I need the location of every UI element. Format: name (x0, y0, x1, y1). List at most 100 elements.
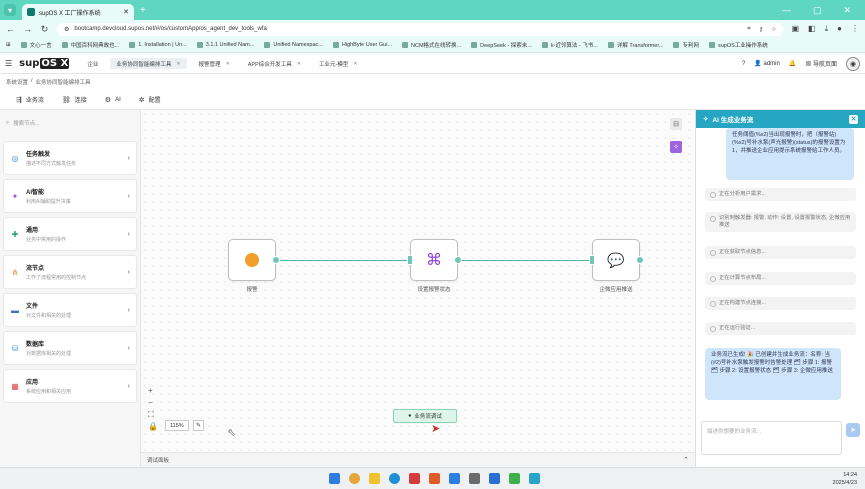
zoom-in-icon[interactable]: + (148, 386, 153, 395)
node-category-flow[interactable]: ⋔ 流节点 工作了流程常用的控制节点 › (3, 255, 137, 289)
profile-icon[interactable]: ● (837, 24, 842, 34)
minimize-icon[interactable]: — (782, 5, 791, 16)
tab-close-icon[interactable]: ✕ (226, 61, 230, 67)
app-tab-active[interactable]: 业务协同智能编排工具 ✕ (110, 58, 187, 69)
output-port[interactable] (454, 256, 462, 264)
maximize-icon[interactable]: ▢ (813, 5, 822, 16)
node-category-trigger[interactable]: ◎ 任务触发 描述不同方式触发任务 › (3, 141, 137, 175)
url-bar[interactable]: ⚙ bootcamp.devcloud.supos.net/#/os/custo… (57, 22, 784, 36)
apps-grid-icon[interactable]: ⊞ (6, 42, 11, 48)
app-icon[interactable] (469, 473, 480, 484)
vscode-icon[interactable] (489, 473, 500, 484)
input-port[interactable] (589, 255, 595, 265)
system-clock[interactable]: 14:24 2025/4/23 (833, 471, 857, 487)
back-icon[interactable]: ← (6, 24, 15, 34)
help-icon[interactable]: ? (742, 61, 745, 67)
chevron-up-icon[interactable]: ⌃ (683, 456, 689, 464)
flow-canvas[interactable]: ⊟ ✧ 报警 ⌘ 设置报警状态 💬 企微应用推送 + − ⛶ 🔒 115% ✎ … (141, 110, 695, 452)
download-icon[interactable]: ⤓ (825, 24, 829, 34)
flow-node-set-status[interactable]: ⌘ (410, 239, 458, 281)
bookmark-item[interactable]: HighByte User Gui... (332, 42, 392, 48)
app-tab[interactable]: 企业 (81, 58, 104, 69)
app-tab[interactable]: APP综合开发工具 ✕ (242, 58, 307, 69)
bookmark-item[interactable]: NCM格式在线转换... (402, 41, 461, 49)
bookmark-item[interactable]: k-近邻算法 - 飞书... (541, 41, 598, 49)
reload-icon[interactable]: ↻ (40, 24, 49, 35)
tab-close-icon[interactable]: ✕ (297, 61, 301, 67)
node-category-database[interactable]: ⛁ 数据库 对数据库相关的处理 › (3, 331, 137, 365)
avatar[interactable]: ◉ (846, 56, 860, 71)
bookmark-item[interactable]: 专利网 (673, 41, 699, 49)
bookmark-item[interactable]: 中国百科网典故也... (61, 41, 119, 49)
node-category-file[interactable]: ▬ 文件 对文件和相关的处理 › (3, 293, 137, 327)
breadcrumb: 系统设置 / 业务协同智能编排工具 (6, 78, 91, 86)
bookmark-item[interactable]: 文心一言 (20, 41, 52, 49)
bookmark-item[interactable]: 3.1.1 Unified Nam... (196, 42, 254, 48)
toolbar-ai-button[interactable]: ⚙ AI (105, 96, 121, 104)
clock-date: 2025/4/23 (832, 480, 857, 486)
tab-close-icon[interactable]: ✕ (123, 8, 129, 16)
input-port[interactable] (407, 255, 413, 265)
app-tab[interactable]: 工业元-模型 ✕ (313, 58, 364, 69)
bookmark-icon (673, 42, 680, 48)
breadcrumb-item[interactable]: 系统设置 (6, 78, 28, 86)
output-port[interactable] (636, 256, 644, 264)
tab-close-icon[interactable]: ✕ (176, 61, 180, 67)
toolbar-config-button[interactable]: ✲ 配置 (139, 95, 161, 105)
edit-icon[interactable]: ✎ (193, 420, 204, 431)
flow-node-alarm[interactable] (228, 239, 276, 281)
puzzle-icon[interactable]: ◧ (808, 24, 816, 34)
file-explorer-icon[interactable] (369, 473, 380, 484)
output-port[interactable] (272, 256, 280, 264)
chrome-icon[interactable] (349, 473, 360, 484)
node-category-apps[interactable]: ▦ 应用 系统应用和相关应用 › (3, 369, 137, 403)
toolbar-flow-button[interactable]: ⇶ 业务流 (16, 95, 44, 105)
node-category-ai[interactable]: ✦ AI智能 利用AI辅助提升决策 › (3, 179, 137, 213)
password-key-icon[interactable]: ⚷ (759, 26, 763, 33)
zoom-level[interactable]: 115% (165, 420, 189, 431)
bookmark-item[interactable]: Unified Namespac... (264, 42, 323, 48)
translate-icon[interactable]: ⌗ (747, 26, 750, 33)
node-search-input[interactable]: ⌕ 搜索节点... (6, 117, 134, 129)
zoom-out-icon[interactable]: − (148, 398, 153, 407)
forward-icon[interactable]: → (23, 24, 32, 34)
tab-search-icon[interactable]: ▾ (4, 4, 16, 16)
tab-close-icon[interactable]: ✕ (353, 61, 357, 67)
bookmark-item[interactable]: supOS工业操作系统 (708, 41, 768, 49)
wechat-icon[interactable] (509, 473, 520, 484)
site-info-icon[interactable]: ⚙ (64, 26, 69, 33)
notification-icon[interactable]: 🔔 (789, 60, 796, 67)
lock-icon[interactable]: 🔒 (148, 422, 158, 431)
extension-icon[interactable]: ▣ (791, 24, 799, 34)
edge-icon[interactable] (389, 473, 400, 484)
send-icon[interactable]: ➤ (846, 423, 860, 437)
wps-icon[interactable] (429, 473, 440, 484)
toolbar-link-button[interactable]: ⛓ 连接 (62, 95, 87, 105)
canvas-panel-toggle-icon[interactable]: ⊟ (670, 118, 682, 130)
bookmark-item[interactable]: DeepSeek - 探索未... (471, 41, 532, 49)
app-icon[interactable] (529, 473, 540, 484)
start-menu-icon[interactable] (329, 473, 340, 484)
user-menu[interactable]: 👤 admin (754, 60, 779, 67)
menu-icon[interactable]: ⋮ (851, 24, 859, 34)
new-tab-icon[interactable]: + (140, 5, 146, 16)
debug-flow-button[interactable]: ● 业务流调试 (393, 409, 457, 423)
bookmark-item[interactable]: 1. Installation | Un... (129, 42, 187, 48)
node-category-general[interactable]: ✚ 通用 业务中常用的操作 › (3, 217, 137, 251)
close-window-icon[interactable]: ✕ (843, 5, 851, 16)
app-icon[interactable] (409, 473, 420, 484)
ai-prompt-input[interactable]: 描述你想要的业务流... (701, 421, 842, 455)
bookmark-item[interactable]: 详解 Transformer... (607, 41, 663, 49)
ai-assist-icon[interactable]: ✧ (670, 141, 682, 153)
flow-node-wecom-push[interactable]: 💬 (592, 239, 640, 281)
close-icon[interactable]: ✕ (849, 114, 858, 124)
fit-view-icon[interactable]: ⛶ (148, 410, 154, 420)
assistant-message: 业务流已生成! 🎉 已创建并生成业务流：名称: 当(#2)号补水泵触发报警时告警… (705, 348, 841, 400)
nav-page-button[interactable]: ▦ 导航页面 (805, 59, 837, 68)
app-tab[interactable]: 报警管理 ✕ (193, 58, 236, 69)
browser-tab[interactable]: supOS X 工厂操作系统 ✕ (22, 4, 134, 20)
hamburger-menu-icon[interactable]: ☰ (5, 59, 12, 68)
app-icon[interactable] (449, 473, 460, 484)
bookmark-star-icon[interactable]: ☆ (771, 26, 776, 33)
debug-panel-bar[interactable]: 调试面板 ⌃ (141, 452, 695, 467)
